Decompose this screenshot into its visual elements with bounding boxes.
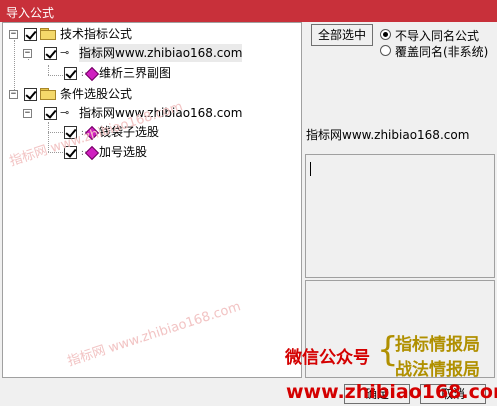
website-url: www.zhibiao168.com bbox=[286, 381, 497, 403]
key-icon: ⊸ bbox=[60, 106, 70, 119]
window-title: 导入公式 bbox=[6, 6, 55, 20]
info-text: 指标网www.zhibiao168.com bbox=[306, 128, 470, 142]
source-label: 指标网www.zhibiao168.com bbox=[79, 44, 243, 62]
folder-icon bbox=[40, 88, 56, 100]
source-checkbox[interactable] bbox=[44, 107, 57, 120]
folder-icon bbox=[40, 28, 56, 40]
radio-button[interactable] bbox=[380, 45, 391, 56]
collapse-icon[interactable]: − bbox=[23, 109, 32, 118]
text-cursor bbox=[310, 162, 311, 176]
brand-name-1: 指标情报局 bbox=[395, 335, 480, 355]
tree-group-stock-select[interactable]: − 条件选股公式 bbox=[3, 85, 301, 103]
item-label: 维析三界副图 bbox=[99, 66, 172, 80]
select-all-button[interactable]: 全部选中 bbox=[311, 24, 373, 46]
group-label: 条件选股公式 bbox=[60, 87, 133, 101]
group-label: 技术指标公式 bbox=[60, 27, 133, 41]
group-checkbox[interactable] bbox=[24, 88, 37, 101]
formula-tree[interactable]: − 技术指标公式 − ⊸ 指标网www.zhibiao168.com := 维析… bbox=[2, 22, 302, 378]
key-icon: ⊸ bbox=[60, 46, 70, 59]
group-checkbox[interactable] bbox=[24, 28, 37, 41]
tree-item[interactable]: := 维析三界副图 bbox=[3, 64, 301, 82]
source-checkbox[interactable] bbox=[44, 47, 57, 60]
tree-source-node[interactable]: − ⊸ 指标网www.zhibiao168.com bbox=[3, 44, 301, 62]
item-label: 加号选股 bbox=[99, 145, 148, 159]
radio-button[interactable] bbox=[380, 29, 391, 40]
radio-label: 不导入同名公式 bbox=[395, 29, 480, 43]
radio-skip-duplicates[interactable]: 不导入同名公式 bbox=[380, 27, 495, 43]
brand-name-2: 战法情报局 bbox=[395, 360, 480, 380]
wechat-label: 微信公众号 bbox=[285, 348, 370, 368]
collapse-icon[interactable]: − bbox=[9, 90, 18, 99]
radio-overwrite[interactable]: 覆盖同名(非系统) bbox=[380, 43, 495, 59]
description-textarea[interactable] bbox=[305, 154, 495, 278]
window-title-bar[interactable]: 导入公式 bbox=[0, 0, 497, 22]
watermark: 指标网 www.zhibiao168.com bbox=[65, 299, 243, 370]
item-checkbox[interactable] bbox=[64, 67, 77, 80]
collapse-icon[interactable]: − bbox=[23, 49, 32, 58]
collapse-icon[interactable]: − bbox=[9, 30, 18, 39]
tree-group-indicators[interactable]: − 技术指标公式 bbox=[3, 25, 301, 43]
radio-label: 覆盖同名(非系统) bbox=[395, 45, 489, 59]
